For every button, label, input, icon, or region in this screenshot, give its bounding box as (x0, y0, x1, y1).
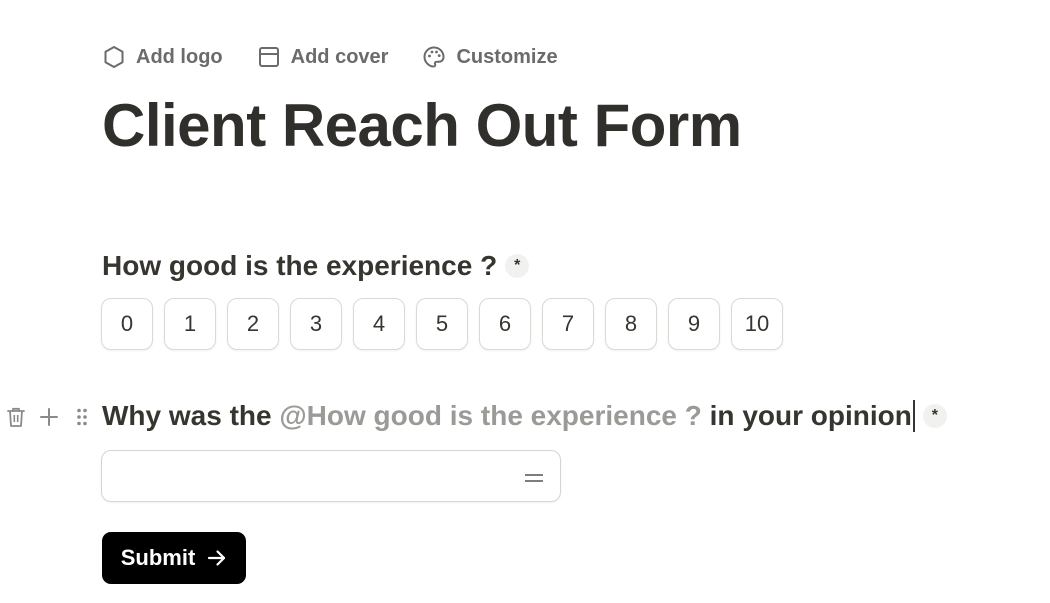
rating-scale: 0 1 2 3 4 5 6 7 8 9 10 (101, 298, 794, 350)
customize-label: Customize (456, 45, 558, 68)
rating-option-4[interactable]: 4 (353, 298, 405, 350)
equals-icon[interactable] (524, 471, 544, 483)
arrow-right-icon (207, 549, 227, 567)
rating-option-3[interactable]: 3 (290, 298, 342, 350)
rating-option-2[interactable]: 2 (227, 298, 279, 350)
palette-icon (422, 45, 446, 69)
add-logo-label: Add logo (136, 45, 223, 68)
question-1-label[interactable]: How good is the experience ? * (102, 246, 530, 286)
add-logo-button[interactable]: Add logo (102, 45, 223, 69)
page-toolbar: Add logo Add cover Customize (102, 42, 592, 72)
plus-icon[interactable] (37, 403, 61, 431)
drag-handle-icon[interactable] (70, 403, 94, 431)
rating-option-1[interactable]: 1 (164, 298, 216, 350)
question-2-suffix: in your opinion (709, 400, 912, 431)
question-1-text: How good is the experience ? (102, 250, 498, 281)
rating-option-0[interactable]: 0 (101, 298, 153, 350)
question-mention[interactable]: @How good is the experience ? (279, 400, 702, 432)
rating-option-10[interactable]: 10 (731, 298, 783, 350)
block-controls (4, 403, 103, 431)
answer-input[interactable] (101, 450, 561, 502)
submit-label: Submit (120, 545, 196, 570)
submit-button[interactable]: Submit (102, 532, 246, 584)
question-2-prefix: Why was the (102, 400, 272, 431)
rating-option-9[interactable]: 9 (668, 298, 720, 350)
add-cover-button[interactable]: Add cover (257, 45, 389, 69)
rating-option-8[interactable]: 8 (605, 298, 657, 350)
rating-option-7[interactable]: 7 (542, 298, 594, 350)
rating-option-5[interactable]: 5 (416, 298, 468, 350)
cover-icon (257, 45, 281, 69)
hexagon-icon (102, 45, 126, 69)
question-2-label[interactable]: Why was the @How good is the experience … (102, 396, 947, 436)
add-cover-label: Add cover (290, 45, 389, 68)
rating-option-6[interactable]: 6 (479, 298, 531, 350)
trash-icon[interactable] (4, 403, 28, 431)
customize-button[interactable]: Customize (422, 45, 558, 69)
page-title[interactable]: Client Reach Out Form (102, 86, 742, 166)
required-badge: * (505, 254, 530, 278)
text-cursor (912, 400, 915, 432)
required-badge: * (922, 404, 947, 428)
